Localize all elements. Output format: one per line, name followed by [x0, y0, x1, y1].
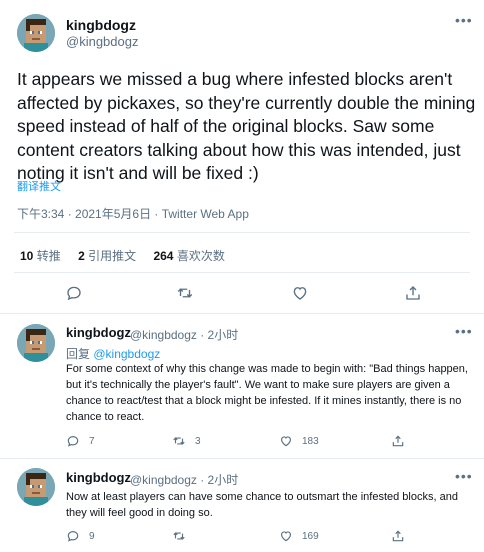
reply-count: 7 — [89, 436, 95, 447]
translate-tweet-link[interactable]: 翻译推文 — [17, 178, 61, 194]
reply-count: 9 — [89, 531, 95, 542]
avatar[interactable] — [17, 468, 55, 506]
more-dots-icon[interactable]: ••• — [455, 469, 473, 483]
divider — [14, 232, 470, 233]
reply-author-handle-time[interactable]: @kingbdogz · 2小时 — [130, 326, 238, 343]
reply-icon[interactable] — [66, 529, 80, 543]
quotes-stat[interactable]: 2 引用推文 — [78, 249, 136, 263]
pixel-avatar-image — [17, 324, 55, 362]
divider — [0, 313, 484, 314]
reply-author-name[interactable]: kingbdogz — [66, 470, 131, 485]
retweet-icon[interactable] — [172, 434, 186, 448]
likes-stat[interactable]: 264 喜欢次数 — [153, 249, 224, 263]
like-heart-icon[interactable] — [279, 434, 293, 448]
tweet-text: It appears we missed a bug where infeste… — [17, 69, 476, 183]
reply-text: Now at least players can have some chanc… — [66, 491, 458, 519]
avatar[interactable] — [17, 14, 55, 52]
pixel-avatar-image — [17, 468, 55, 506]
replying-to-handle-link[interactable]: @kingbdogz — [93, 347, 160, 361]
like-heart-icon[interactable] — [291, 284, 309, 302]
tweet-thread: kingbdogz @kingbdogz ••• It appears we m… — [0, 0, 484, 552]
author-display-name[interactable]: kingbdogz — [66, 17, 136, 33]
retweets-stat[interactable]: 10 转推 — [20, 249, 61, 263]
retweet-icon[interactable] — [172, 529, 186, 543]
like-count: 169 — [302, 531, 319, 542]
divider — [0, 458, 484, 459]
tweet-timestamp-source[interactable]: 下午3:34 · 2021年5月6日 · Twitter Web App — [17, 205, 249, 222]
reply-author-name[interactable]: kingbdogz — [66, 325, 131, 340]
reply-icon[interactable] — [66, 434, 80, 448]
reply-text: For some context of why this change was … — [66, 363, 468, 423]
like-count: 183 — [302, 436, 319, 447]
replying-to: 回复 @kingbdogz — [66, 347, 161, 361]
author-handle[interactable]: @kingbdogz — [66, 34, 138, 49]
tweet-stats: 10 转推 2 引用推文 264 喜欢次数 — [20, 247, 239, 264]
avatar[interactable] — [17, 324, 55, 362]
share-icon[interactable] — [404, 284, 422, 302]
reply-author-handle-time[interactable]: @kingbdogz · 2小时 — [130, 471, 238, 488]
retweet-count: 3 — [195, 436, 201, 447]
divider — [14, 272, 470, 273]
pixel-avatar-image — [17, 14, 55, 52]
more-dots-icon[interactable]: ••• — [455, 324, 473, 338]
share-icon[interactable] — [391, 529, 405, 543]
retweet-icon[interactable] — [176, 284, 194, 302]
share-icon[interactable] — [391, 434, 405, 448]
more-dots-icon[interactable]: ••• — [455, 13, 473, 27]
reply-icon[interactable] — [65, 284, 83, 302]
like-heart-icon[interactable] — [279, 529, 293, 543]
